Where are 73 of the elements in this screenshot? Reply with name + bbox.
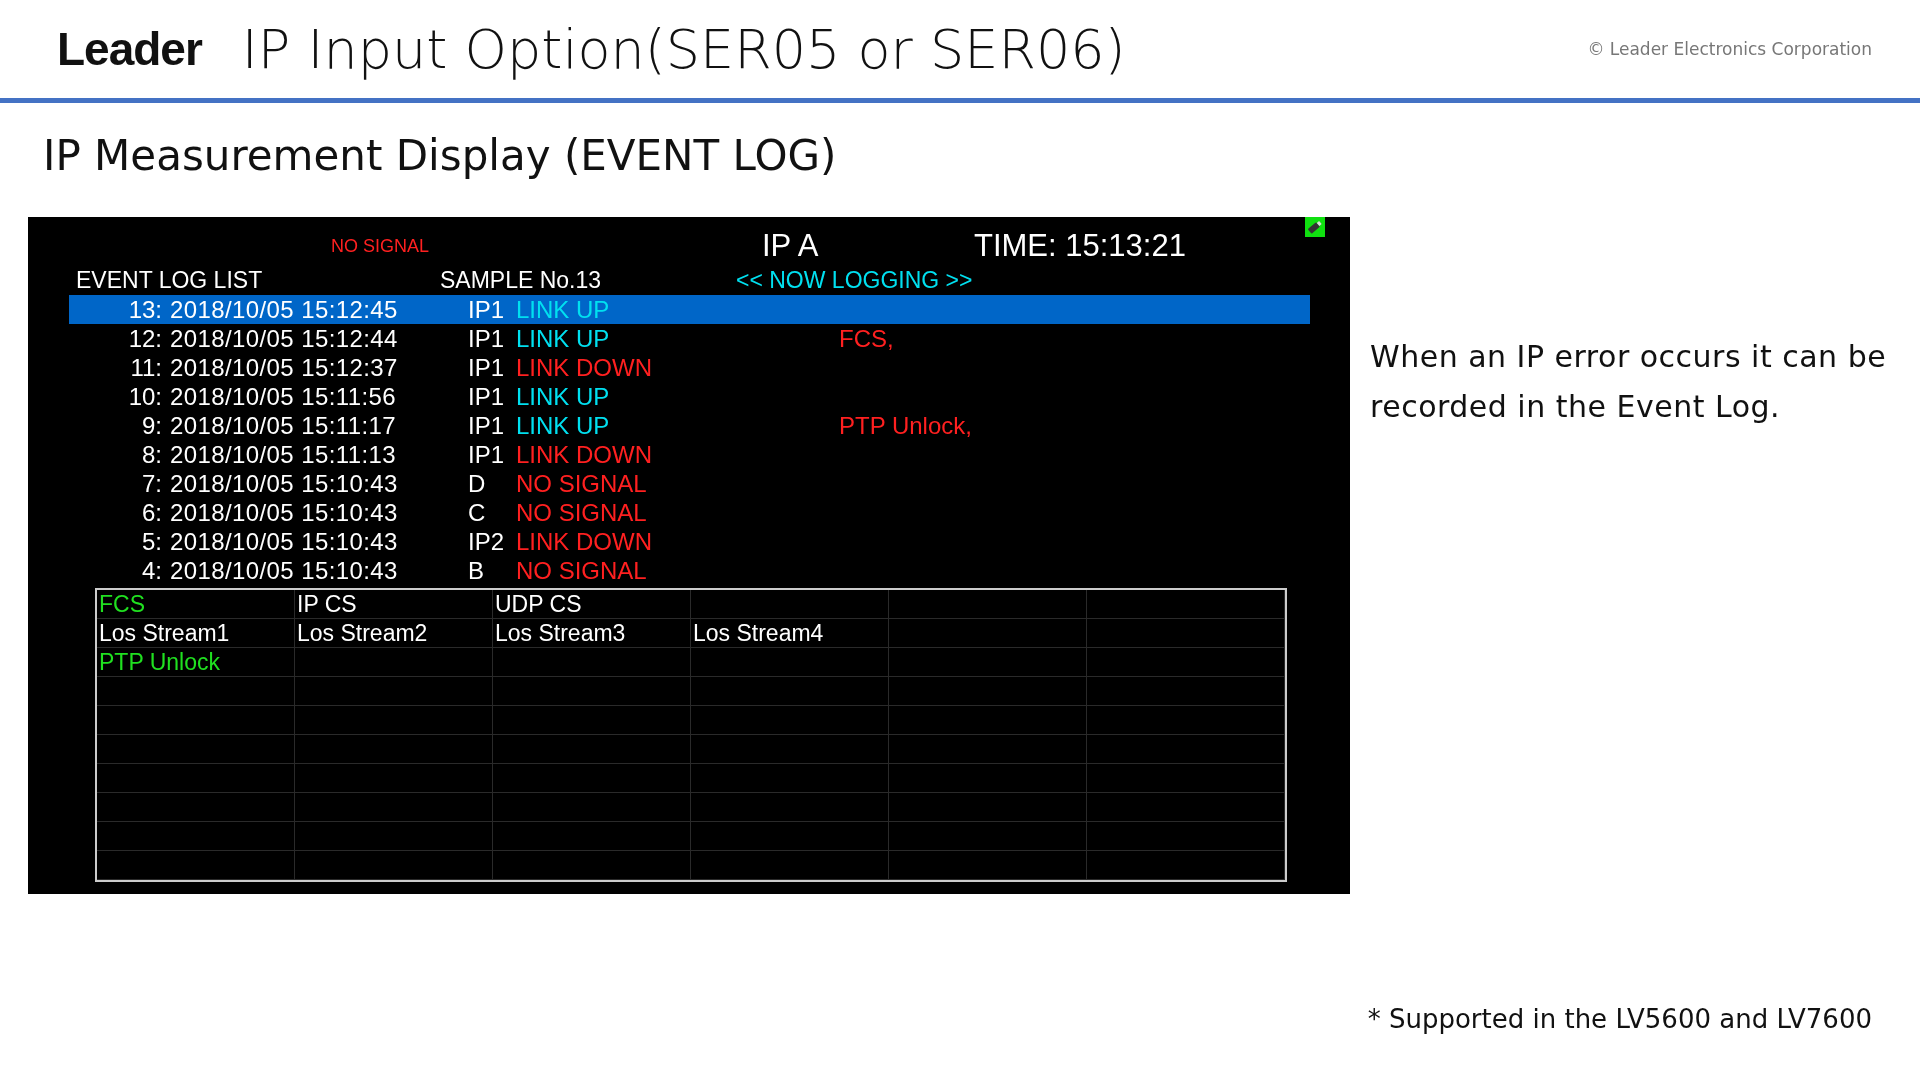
log-event: LINK UP: [516, 411, 610, 440]
log-number: 11:: [130, 353, 162, 382]
slide-title: IP Input Option(SER05 or SER06): [241, 17, 1127, 81]
log-row[interactable]: 4: 2018/10/05 15:10:43 B NO SIGNAL: [69, 556, 1310, 585]
error-label: IP CS: [297, 591, 357, 618]
log-event: NO SIGNAL: [516, 498, 647, 527]
log-row[interactable]: 6: 2018/10/05 15:10:43 C NO SIGNAL: [69, 498, 1310, 527]
log-timestamp: 2018/10/05 15:10:43: [170, 556, 398, 585]
log-event: LINK DOWN: [516, 440, 652, 469]
log-event: NO SIGNAL: [516, 556, 647, 585]
log-timestamp: 2018/10/05 15:10:43: [170, 527, 398, 556]
log-row[interactable]: 13: 2018/10/05 15:12:45 IP1 LINK UP: [69, 295, 1310, 324]
log-detail: FCS,: [839, 324, 894, 353]
log-row[interactable]: 8: 2018/10/05 15:11:13 IP1 LINK DOWN: [69, 440, 1310, 469]
log-timestamp: 2018/10/05 15:11:56: [170, 382, 397, 411]
error-label: Los Stream3: [495, 620, 626, 647]
logging-status: << NOW LOGGING >>: [736, 266, 973, 294]
log-number: 6:: [142, 498, 162, 527]
log-source: IP1: [468, 295, 505, 324]
section-heading: IP Measurement Display (EVENT LOG): [42, 130, 838, 182]
log-source: D: [468, 469, 486, 498]
log-row[interactable]: 10: 2018/10/05 15:11:56 IP1 LINK UP: [69, 382, 1310, 411]
log-event: NO SIGNAL: [516, 469, 647, 498]
error-label: Los Stream4: [693, 620, 824, 647]
log-event: LINK DOWN: [516, 527, 652, 556]
log-timestamp: 2018/10/05 15:12:37: [170, 353, 398, 382]
log-row[interactable]: 12: 2018/10/05 15:12:44 IP1 LINK UP FCS,: [69, 324, 1310, 353]
log-timestamp: 2018/10/05 15:11:13: [170, 440, 397, 469]
list-title: EVENT LOG LIST: [76, 266, 264, 294]
log-source: IP1: [468, 382, 505, 411]
error-label: FCS: [99, 591, 145, 618]
log-number: 10:: [128, 382, 162, 411]
log-event: LINK DOWN: [516, 353, 652, 382]
log-source: IP1: [468, 411, 505, 440]
log-number: 7:: [142, 469, 162, 498]
error-label: UDP CS: [495, 591, 582, 618]
time-text: TIME: 15:13:21: [974, 228, 1186, 264]
log-timestamp: 2018/10/05 15:12:45: [170, 295, 398, 324]
log-row[interactable]: 9: 2018/10/05 15:11:17 IP1 LINK UP PTP Unlock,: [69, 411, 1310, 440]
log-source: IP2: [468, 527, 505, 556]
log-detail: PTP Unlock,: [839, 411, 972, 440]
log-timestamp: 2018/10/05 15:10:43: [170, 469, 398, 498]
error-label: PTP Unlock: [99, 649, 220, 676]
log-number: 5:: [142, 527, 162, 556]
log-number: 9:: [142, 411, 162, 440]
description-text: When an IP error occurs it can be recorded in the Event Log.: [1370, 338, 1888, 426]
log-row[interactable]: 7: 2018/10/05 15:10:43 D NO SIGNAL: [69, 469, 1310, 498]
log-source: B: [468, 556, 484, 585]
log-event: LINK UP: [516, 382, 610, 411]
input-label: IP A: [762, 228, 820, 264]
usb-drive-icon: [1305, 217, 1325, 237]
log-source: IP1: [468, 440, 505, 469]
logo: Leader: [57, 22, 202, 76]
status-text: NO SIGNAL: [331, 235, 431, 257]
footnote: * Supported in the LV5600 and LV7600: [1367, 1004, 1872, 1034]
log-timestamp: 2018/10/05 15:11:17: [170, 411, 397, 440]
log-number: 8:: [142, 440, 162, 469]
log-source: C: [468, 498, 486, 527]
log-timestamp: 2018/10/05 15:12:44: [170, 324, 398, 353]
log-source: IP1: [468, 353, 505, 382]
copyright: © Leader Electronics Corporation: [1587, 39, 1872, 59]
log-source: IP1: [468, 324, 505, 353]
log-number: 13:: [128, 295, 162, 324]
log-event: LINK UP: [516, 295, 610, 324]
log-number: 4:: [142, 556, 162, 585]
log-timestamp: 2018/10/05 15:10:43: [170, 498, 398, 527]
error-label: Los Stream2: [297, 620, 428, 647]
log-event: LINK UP: [516, 324, 610, 353]
log-row[interactable]: 5: 2018/10/05 15:10:43 IP2 LINK DOWN: [69, 527, 1310, 556]
sample-number: SAMPLE No.13: [440, 266, 603, 294]
log-row[interactable]: 11: 2018/10/05 15:12:37 IP1 LINK DOWN: [69, 353, 1310, 382]
log-number: 12:: [128, 324, 162, 353]
error-label: Los Stream1: [99, 620, 230, 647]
